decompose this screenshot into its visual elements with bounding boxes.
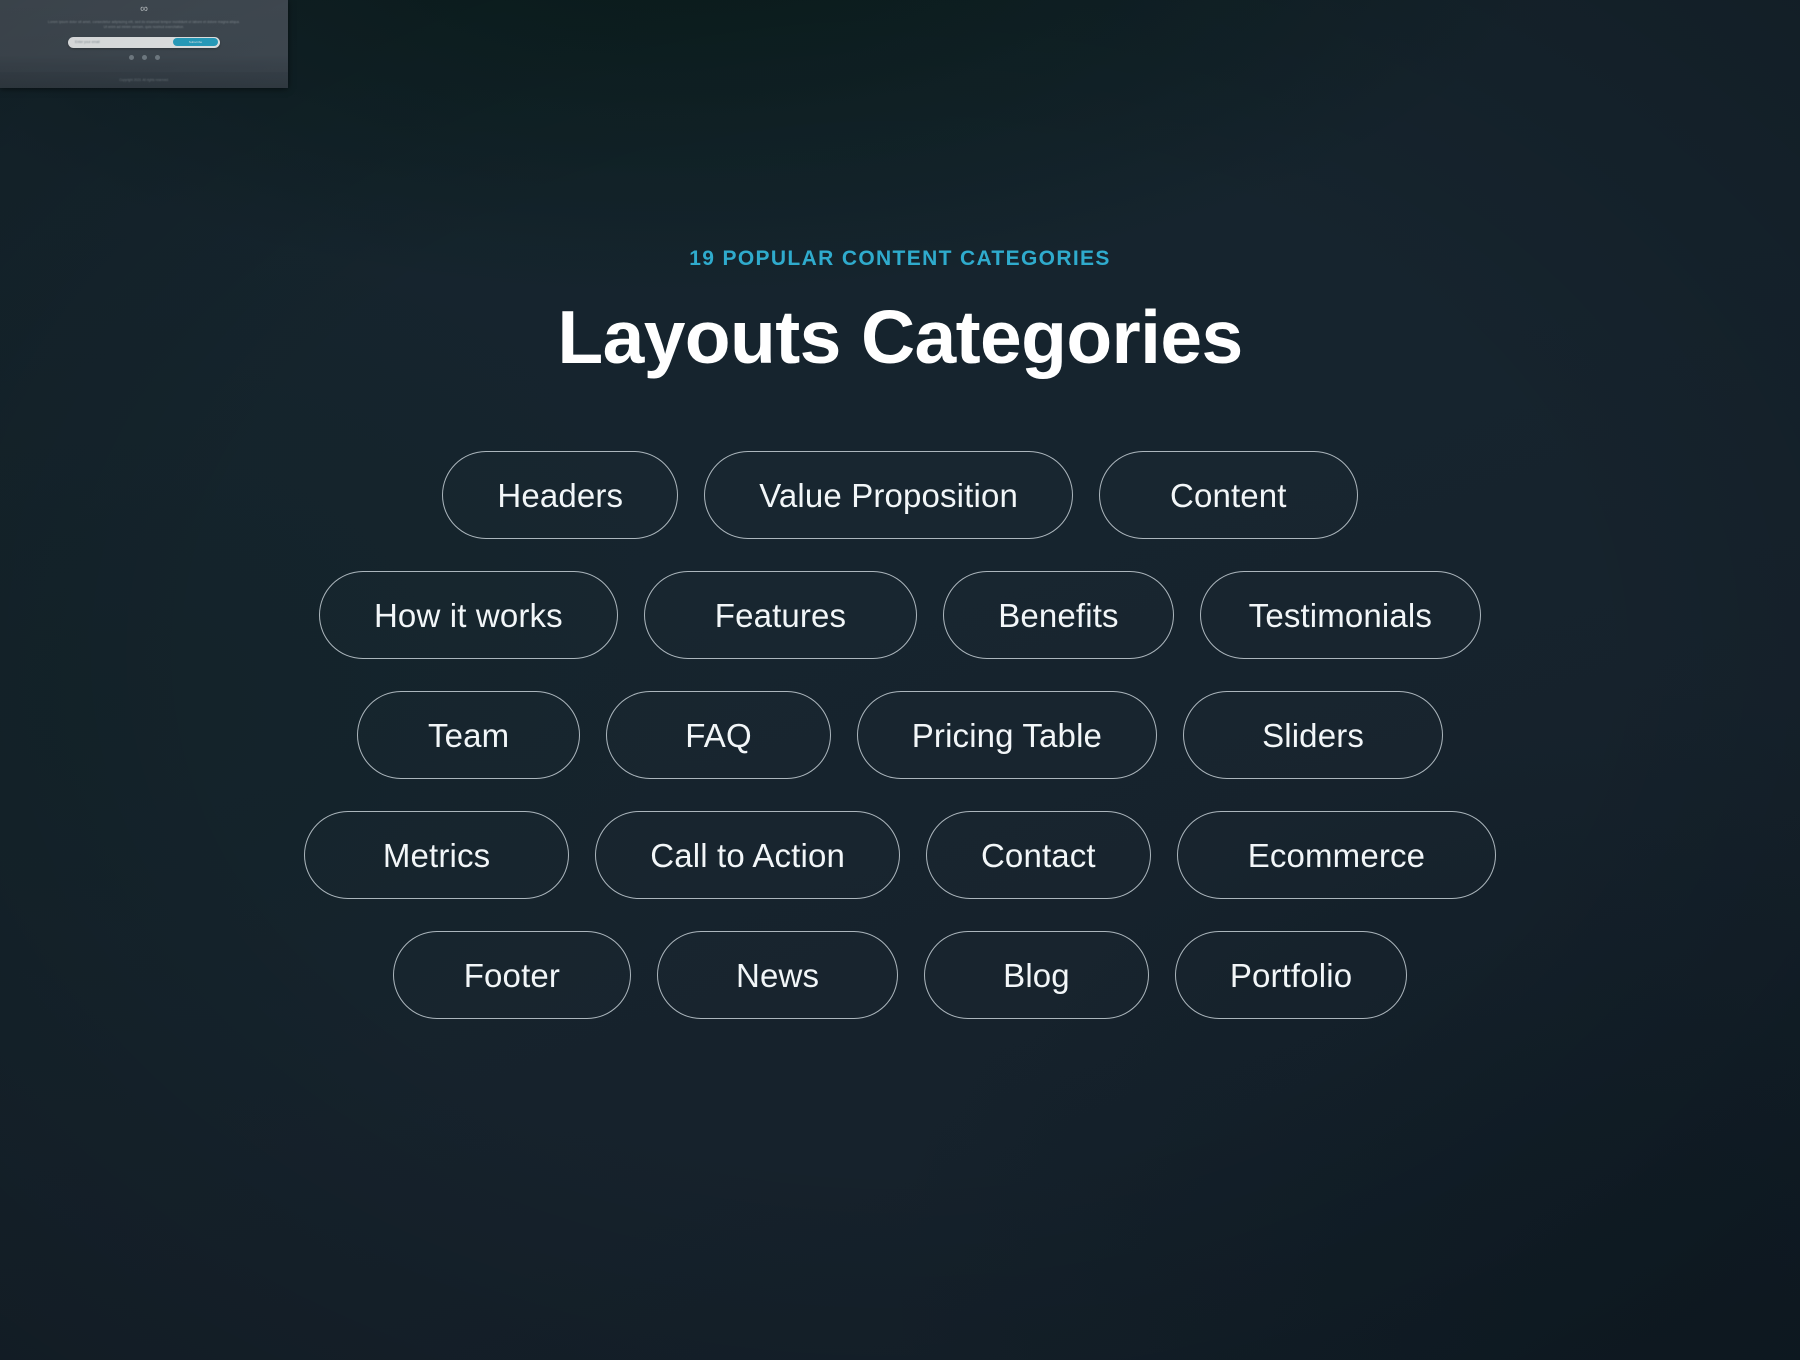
category-pill-row: Team FAQ Pricing Table Sliders xyxy=(357,691,1443,779)
category-pill-footer[interactable]: Footer xyxy=(392,931,632,1019)
layouts-categories-section: 19 POPULAR CONTENT CATEGORIES Layouts Ca… xyxy=(0,0,1800,1360)
category-pill-row: Metrics Call to Action Contact Ecommerce xyxy=(303,811,1497,899)
category-pill-blog[interactable]: Blog xyxy=(924,931,1149,1019)
category-pill-row: How it works Features Benefits Testimonials xyxy=(318,571,1482,659)
category-pill-sliders[interactable]: Sliders xyxy=(1183,691,1443,779)
category-pill-ecommerce[interactable]: Ecommerce xyxy=(1176,811,1497,899)
category-pill-grid: Headers Value Proposition Content How it wo… xyxy=(190,451,1610,1019)
category-pill-row: Footer News Blog Portfolio xyxy=(392,931,1408,1019)
category-pill-faq[interactable]: FAQ xyxy=(606,691,831,779)
category-pill-benefits[interactable]: Benefits xyxy=(943,571,1174,659)
category-pill-headers[interactable]: Headers xyxy=(442,451,679,539)
category-pill-portfolio[interactable]: Portfolio xyxy=(1174,931,1408,1019)
category-pill-metrics[interactable]: Metrics xyxy=(303,811,570,899)
category-pill-news[interactable]: News xyxy=(657,931,899,1019)
category-pill-content[interactable]: Content xyxy=(1098,451,1358,539)
category-pill-pricing-table[interactable]: Pricing Table xyxy=(856,691,1158,779)
category-pill-testimonials[interactable]: Testimonials xyxy=(1199,571,1482,659)
category-pill-value-proposition[interactable]: Value Proposition xyxy=(704,451,1073,539)
category-pill-contact[interactable]: Contact xyxy=(925,811,1151,899)
category-pill-features[interactable]: Features xyxy=(643,571,918,659)
page-title: Layouts Categories xyxy=(557,295,1243,379)
section-eyebrow: 19 POPULAR CONTENT CATEGORIES xyxy=(689,247,1111,270)
category-pill-how-it-works[interactable]: How it works xyxy=(318,571,618,659)
category-pill-row: Headers Value Proposition Content xyxy=(442,451,1358,539)
category-pill-call-to-action[interactable]: Call to Action xyxy=(595,811,900,899)
category-pill-team[interactable]: Team xyxy=(357,691,581,779)
